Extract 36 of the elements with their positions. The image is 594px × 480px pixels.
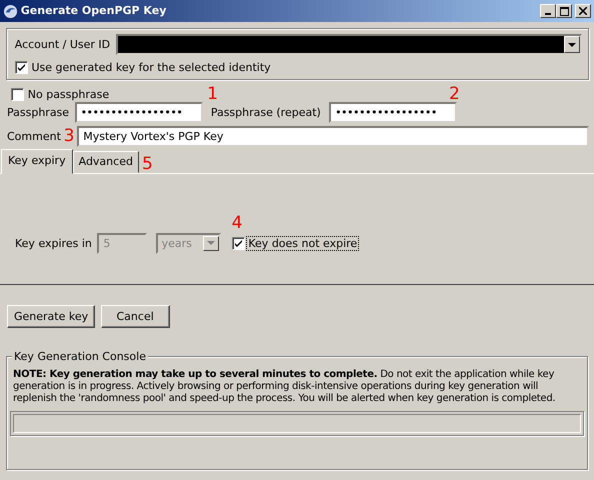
checkbox-label[interactable]: No passphrase [26, 88, 110, 102]
checkbox-label[interactable]: Key does not expire [247, 236, 358, 250]
app-icon [3, 4, 18, 18]
minimize-button[interactable] [540, 4, 556, 18]
tab[interactable]: Advanced [72, 151, 139, 173]
annotation-number: 3 [64, 128, 74, 145]
group-title: Key Generation Console [12, 350, 148, 363]
dropdown-arrow-icon [206, 241, 215, 246]
passphrase-field[interactable]: ••••••••••••••••• [329, 102, 458, 123]
account-dropdown[interactable] [116, 34, 582, 55]
checkmark-icon [16, 62, 26, 72]
generate-key-button[interactable]: Generate key [7, 304, 96, 328]
close-button[interactable] [575, 4, 591, 18]
annotation-number: 5 [142, 156, 153, 173]
close-icon [579, 7, 587, 15]
field-label: Passphrase [7, 106, 70, 120]
maximize-button[interactable] [556, 4, 572, 18]
field-label: Passphrase (repeat) [210, 106, 321, 120]
checkmark-icon [234, 238, 243, 248]
checkbox-label[interactable]: Use generated key for the selected identity [30, 60, 272, 74]
annotation-number: 1 [207, 86, 218, 103]
checkbox[interactable] [11, 88, 24, 102]
tab[interactable]: Key expiry [1, 149, 73, 174]
console-note: NOTE: Key generation may take up to several minutes to complete. Do not exit the application while key generation is in progress. Actively browsing or performing disk-intensive operations during key generation will replenish the 'randomness pool' and speed-up the process. You will be alerted when key generation is completed. [13, 368, 556, 405]
checkbox[interactable] [14, 60, 28, 74]
annotation-number: 4 [232, 214, 242, 232]
maximize-icon [560, 6, 569, 16]
field-label: Account / User ID [14, 38, 110, 52]
comment-field[interactable]: Mystery Vortex's PGP Key [77, 126, 589, 147]
cancel-button[interactable]: Cancel [100, 304, 170, 328]
field-label: Key expires in [15, 236, 92, 250]
annotation-number: 2 [448, 86, 460, 103]
checkbox[interactable] [232, 236, 245, 250]
field-label: Comment [7, 130, 61, 143]
window-title: Generate OpenPGP Key [20, 4, 168, 18]
passphrase-field[interactable]: ••••••••••••••••• [74, 102, 203, 123]
